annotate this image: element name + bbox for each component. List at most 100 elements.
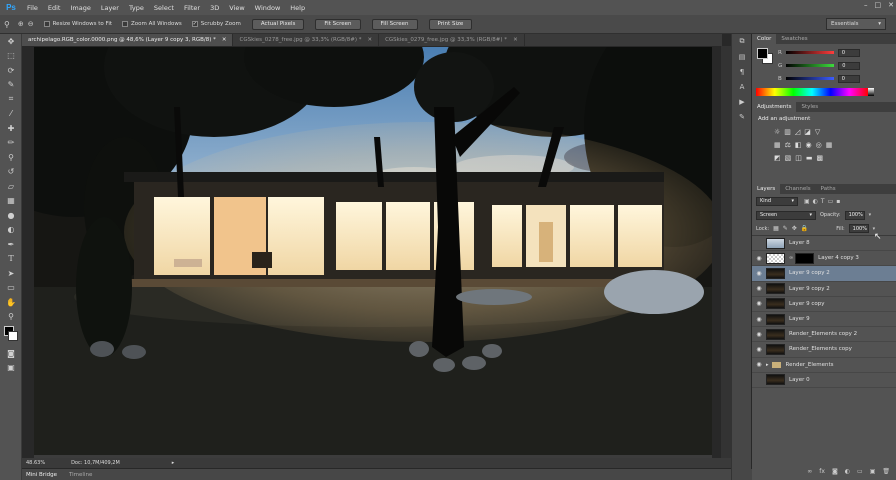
layer-row[interactable]: ◉ Layer 9 copy 2 xyxy=(752,282,896,297)
selective-color-icon[interactable]: ▩ xyxy=(817,154,824,162)
maximize-button[interactable]: □ xyxy=(875,1,882,9)
checkbox-box-checked[interactable]: ✓ xyxy=(191,21,198,27)
black-white-ramp[interactable] xyxy=(868,88,874,96)
close-icon[interactable]: ✕ xyxy=(513,37,518,43)
properties-panel-icon[interactable]: ▤ xyxy=(732,49,752,64)
tab-styles[interactable]: Styles xyxy=(796,102,823,112)
eraser-tool-icon[interactable]: ▱ xyxy=(0,179,22,194)
fill-screen-button[interactable]: Fill Screen xyxy=(371,18,418,30)
checkbox-box[interactable] xyxy=(43,21,50,27)
paragraph-panel-icon[interactable]: ¶ xyxy=(732,64,752,79)
slider-track[interactable] xyxy=(786,64,835,67)
exposure-icon[interactable]: ◪ xyxy=(804,128,811,136)
layer-group-row[interactable]: ◉ ▸ Render_Elements xyxy=(752,358,896,373)
blend-mode-select[interactable]: Screen ▾ xyxy=(756,210,816,220)
layer-row[interactable]: ◉ Render_Elements copy 2 xyxy=(752,327,896,343)
menu-help[interactable]: Help xyxy=(285,4,310,12)
clone-stamp-tool-icon[interactable]: ⚲ xyxy=(0,150,22,165)
channel-value[interactable]: 0 xyxy=(837,48,860,57)
filter-icons[interactable]: ▣◐T▭▪ xyxy=(804,198,843,205)
document-canvas[interactable] xyxy=(34,47,712,455)
adjustment-layer-icon[interactable]: ◐ xyxy=(845,468,850,478)
vibrance-icon[interactable]: ▽ xyxy=(815,128,820,136)
zoom-all-windows-checkbox[interactable]: Zoom All Windows xyxy=(122,21,182,27)
tab-swatches[interactable]: Swatches xyxy=(776,34,812,44)
menu-image[interactable]: Image xyxy=(65,4,95,12)
foreground-color-swatch[interactable] xyxy=(757,48,768,59)
curves-icon[interactable]: ◿ xyxy=(795,128,800,136)
channel-value[interactable]: 0 xyxy=(837,74,860,83)
zoom-level[interactable]: 48.63% xyxy=(26,460,45,466)
add-mask-icon[interactable]: ◙ xyxy=(832,468,838,478)
eye-icon[interactable]: ◉ xyxy=(752,270,766,277)
type-tool-icon[interactable]: T xyxy=(0,252,22,267)
lock-icons[interactable]: ▦✎✥🔒 xyxy=(773,225,812,232)
link-layers-icon[interactable]: ∞ xyxy=(807,468,812,478)
black-white-icon[interactable]: ◧ xyxy=(795,141,802,149)
slider-b[interactable]: B 0 xyxy=(778,72,860,85)
shape-tool-icon[interactable]: ▭ xyxy=(0,281,22,296)
history-brush-tool-icon[interactable]: ↺ xyxy=(0,165,22,180)
color-swatches[interactable] xyxy=(0,324,22,346)
chevron-down-icon[interactable]: ▾ xyxy=(869,212,872,218)
chevron-down-icon[interactable]: ▾ xyxy=(873,226,876,232)
screen-mode-icon[interactable]: ▣ xyxy=(0,361,22,376)
layer-row-selected[interactable]: ◉ Layer 9 copy 2 xyxy=(752,266,896,282)
zoom-in-icon[interactable]: ⊕ xyxy=(18,20,24,28)
eye-icon[interactable]: ◉ xyxy=(752,316,766,323)
menu-edit[interactable]: Edit xyxy=(43,4,66,12)
history-panel-icon[interactable]: ⧉ xyxy=(732,34,752,49)
menu-filter[interactable]: Filter xyxy=(179,4,205,12)
new-layer-icon[interactable]: ▣ xyxy=(870,468,876,478)
print-size-button[interactable]: Print Size xyxy=(428,18,473,30)
layer-row[interactable]: Layer 0 xyxy=(752,373,896,388)
brush-tool-icon[interactable]: ✏ xyxy=(0,136,22,151)
threshold-icon[interactable]: ◫ xyxy=(795,154,802,162)
quick-select-tool-icon[interactable]: ✎ xyxy=(0,78,22,93)
zoom-tool-icon[interactable]: ⚲ xyxy=(0,310,22,325)
vertical-scrollbar[interactable] xyxy=(721,46,731,458)
slider-r[interactable]: R 0 xyxy=(778,46,860,59)
posterize-icon[interactable]: ▧ xyxy=(785,154,792,162)
layer-row[interactable]: ◉ Layer 9 copy xyxy=(752,297,896,312)
slider-track[interactable] xyxy=(785,77,834,80)
actual-pixels-button[interactable]: Actual Pixels xyxy=(251,18,305,30)
tab-layers[interactable]: Layers xyxy=(752,184,781,194)
eye-icon[interactable]: ◉ xyxy=(752,285,766,292)
eye-icon[interactable]: ◉ xyxy=(752,346,766,353)
menu-window[interactable]: Window xyxy=(250,4,286,12)
eye-icon[interactable]: ◉ xyxy=(752,331,766,338)
new-group-icon[interactable]: ▭ xyxy=(857,468,863,478)
tab-timeline[interactable]: Timeline xyxy=(69,472,92,478)
menu-select[interactable]: Select xyxy=(149,4,179,12)
layer-filter-select[interactable]: Kind ▾ xyxy=(756,196,798,206)
channel-value[interactable]: 0 xyxy=(838,61,861,70)
eye-icon[interactable]: ◉ xyxy=(752,361,766,368)
tab-paths[interactable]: Paths xyxy=(816,184,841,194)
tab-adjustments[interactable]: Adjustments xyxy=(752,102,797,112)
channel-mixer-icon[interactable]: ◎ xyxy=(816,141,822,149)
zoom-tool-icon[interactable]: ⚲ xyxy=(4,20,10,29)
layer-row[interactable]: ◉ ∞ Layer 4 copy 3 xyxy=(752,251,896,267)
marquee-tool-icon[interactable]: ⬚ xyxy=(0,49,22,64)
slider-track[interactable] xyxy=(785,51,834,54)
crop-tool-icon[interactable]: ⌗ xyxy=(0,92,22,107)
layer-row[interactable]: ◉ Layer 9 xyxy=(752,312,896,328)
pen-tool-icon[interactable]: ✒ xyxy=(0,237,22,252)
photo-filter-icon[interactable]: ◉ xyxy=(806,141,812,149)
brush-panel-icon[interactable]: ✎ xyxy=(732,109,752,124)
fill-input[interactable]: 100% xyxy=(848,224,869,233)
path-selection-tool-icon[interactable]: ➤ xyxy=(0,266,22,281)
opacity-input[interactable]: 100% xyxy=(844,210,865,220)
scrubby-zoom-checkbox[interactable]: ✓ Scrubby Zoom xyxy=(191,21,241,27)
gradient-map-icon[interactable]: ▬ xyxy=(806,154,813,162)
lasso-tool-icon[interactable]: ⟳ xyxy=(0,63,22,78)
hue-saturation-icon[interactable]: ▦ xyxy=(774,141,781,149)
hand-tool-icon[interactable]: ✋ xyxy=(0,295,22,310)
eye-icon[interactable]: ◉ xyxy=(752,300,766,307)
document-tab[interactable]: archipelago.RGB_color.0000.png @ 48,6% (… xyxy=(22,34,234,46)
color-balance-icon[interactable]: ⚖ xyxy=(785,141,791,149)
move-tool-icon[interactable]: ✥ xyxy=(0,34,22,49)
slider-g[interactable]: G 0 xyxy=(778,59,861,72)
menu-layer[interactable]: Layer xyxy=(96,4,124,12)
